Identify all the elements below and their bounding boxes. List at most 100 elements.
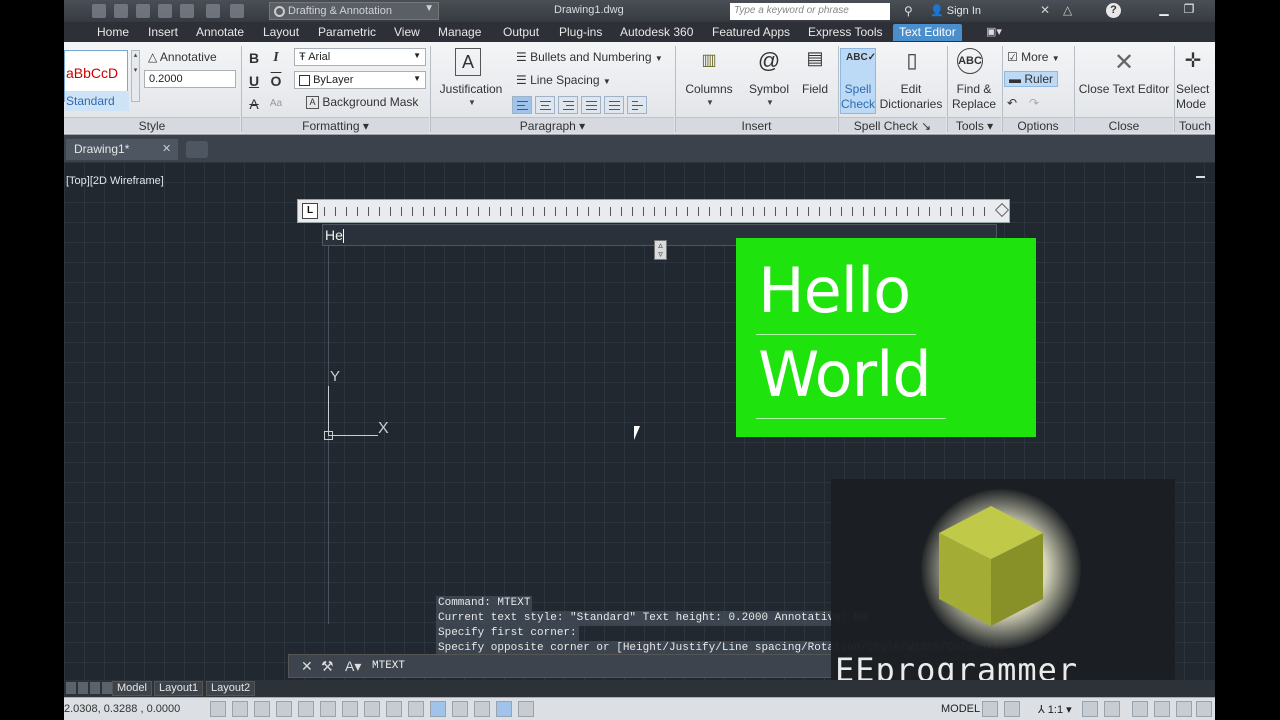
more-button[interactable]: ☑ More ▼ bbox=[1007, 50, 1060, 64]
close-icon[interactable]: ✕ bbox=[301, 658, 313, 675]
color-select[interactable]: ByLayer ▼ bbox=[294, 71, 426, 89]
close-icon[interactable]: ✕ bbox=[162, 142, 171, 155]
justification-icon[interactable]: A bbox=[455, 48, 481, 76]
tab-output[interactable]: Output bbox=[503, 25, 539, 39]
camera-icon[interactable]: ▣▾ bbox=[986, 25, 1002, 38]
symbol-button[interactable]: Symbol bbox=[744, 82, 794, 97]
viewport-label[interactable]: [Top][2D Wireframe] bbox=[66, 175, 164, 187]
formatting-panel-title[interactable]: Formatting ▾ bbox=[242, 117, 429, 133]
find-replace-label-2[interactable]: Replace bbox=[947, 97, 1001, 112]
italic-button[interactable]: I bbox=[267, 49, 285, 67]
quick-view-layouts-icon[interactable] bbox=[982, 701, 998, 717]
osnap-icon[interactable] bbox=[320, 701, 336, 717]
ducs-icon[interactable] bbox=[386, 701, 402, 717]
style-current[interactable]: Standard bbox=[65, 91, 129, 111]
mtext-editor-text[interactable]: He bbox=[325, 227, 344, 244]
font-select[interactable]: Ŧ Arial ▼ bbox=[294, 48, 426, 66]
tab-stop-icon[interactable]: L bbox=[302, 203, 318, 219]
redo-icon[interactable]: ↷ bbox=[1029, 96, 1039, 110]
line-spacing-button[interactable]: ☰ Line Spacing ▼ bbox=[516, 73, 611, 87]
align-right-button[interactable] bbox=[558, 96, 578, 114]
strikethrough-icon[interactable]: A bbox=[245, 95, 263, 113]
text-ruler[interactable]: L bbox=[297, 199, 1010, 223]
layout-tab-layout2[interactable]: Layout2 bbox=[206, 681, 256, 696]
new-icon[interactable] bbox=[92, 4, 106, 18]
workspace-switch-icon[interactable] bbox=[1132, 701, 1148, 717]
style-scroll[interactable]: ▴ ▾ bbox=[131, 50, 140, 102]
tab-parametric[interactable]: Parametric bbox=[318, 25, 376, 39]
coordinates-readout[interactable]: 2.0308, 0.3288 , 0.0000 bbox=[64, 703, 180, 715]
bold-button[interactable]: B bbox=[245, 49, 263, 67]
justify-button[interactable] bbox=[581, 96, 601, 114]
tools-panel-title[interactable]: Tools ▾ bbox=[948, 117, 1001, 133]
overline-button[interactable]: O bbox=[267, 72, 285, 90]
print-icon[interactable] bbox=[180, 4, 194, 18]
command-input[interactable]: MTEXT bbox=[372, 660, 405, 672]
select-mode-label-2[interactable]: Mode bbox=[1176, 97, 1215, 112]
annotation-visibility-icon[interactable] bbox=[1082, 701, 1098, 717]
editor-resize-handle[interactable]: ▵ ▿ bbox=[654, 240, 667, 260]
align-left-button[interactable] bbox=[512, 96, 532, 114]
field-icon[interactable]: ▤ bbox=[800, 48, 830, 76]
viewport-minimize-icon[interactable] bbox=[1196, 176, 1205, 178]
bullets-numbering-button[interactable]: ☰ Bullets and Numbering ▼ bbox=[516, 50, 663, 64]
snap-icon[interactable] bbox=[232, 701, 248, 717]
tab-annotate[interactable]: Annotate bbox=[196, 25, 244, 39]
dictionary-icon[interactable]: ▯ bbox=[897, 48, 927, 76]
distribute-button[interactable] bbox=[604, 96, 624, 114]
maximize-button[interactable]: ❐ bbox=[1179, 2, 1199, 18]
hardware-acceleration-icon[interactable] bbox=[1176, 701, 1192, 717]
case-icon[interactable]: Aa bbox=[267, 95, 285, 113]
nav-next-icon[interactable] bbox=[90, 682, 100, 694]
wrench-icon[interactable]: ⚒ bbox=[321, 658, 334, 675]
dyn-icon[interactable] bbox=[408, 701, 424, 717]
binoculars-icon[interactable]: ⚲ bbox=[904, 4, 913, 18]
justification-label[interactable]: Justification bbox=[436, 82, 506, 97]
background-mask-button[interactable]: A Background Mask bbox=[306, 95, 418, 110]
ortho-icon[interactable] bbox=[276, 701, 292, 717]
drawing-canvas[interactable]: [Top][2D Wireframe] L He ▵ ▿ Hello World … bbox=[64, 162, 1215, 695]
text-height-input[interactable]: 0.2000 bbox=[144, 70, 236, 88]
auto-scale-icon[interactable] bbox=[1104, 701, 1120, 717]
polar-icon[interactable] bbox=[298, 701, 314, 717]
help-icon[interactable]: ? bbox=[1106, 3, 1121, 18]
minimize-button[interactable]: ▁ bbox=[1154, 2, 1174, 18]
tab-text-editor[interactable]: Text Editor bbox=[893, 24, 962, 41]
file-tab-drawing1[interactable]: Drawing1* ✕ bbox=[66, 139, 178, 160]
model-space-button[interactable]: MODEL bbox=[941, 703, 980, 715]
tab-home[interactable]: Home bbox=[97, 25, 129, 39]
redo-icon[interactable] bbox=[230, 4, 244, 18]
crosshair-icon[interactable]: ✛ bbox=[1178, 48, 1208, 76]
close-icon[interactable]: ✕ bbox=[1109, 48, 1139, 76]
grid-icon[interactable] bbox=[254, 701, 270, 717]
save-icon[interactable] bbox=[136, 4, 150, 18]
annotation-scale[interactable]: ⅄ 1:1 ▾ bbox=[1038, 703, 1072, 716]
new-tab-button[interactable] bbox=[186, 141, 208, 158]
layout-tab-model[interactable]: Model bbox=[112, 681, 152, 696]
infer-constraints-icon[interactable] bbox=[210, 701, 226, 717]
transparency-icon[interactable] bbox=[452, 701, 468, 717]
tab-layout[interactable]: Layout bbox=[263, 25, 299, 39]
spell-check-panel-title[interactable]: Spell Check ↘ bbox=[839, 117, 946, 133]
tab-autodesk-360[interactable]: Autodesk 360 bbox=[620, 25, 693, 39]
quick-view-drawings-icon[interactable] bbox=[1004, 701, 1020, 717]
open-icon[interactable] bbox=[114, 4, 128, 18]
edit-dictionaries-label-2[interactable]: Dictionaries bbox=[878, 97, 944, 112]
lineweight-icon[interactable] bbox=[430, 701, 446, 717]
nav-last-icon[interactable] bbox=[102, 682, 112, 694]
select-mode-label-1[interactable]: Select bbox=[1176, 82, 1215, 97]
selection-cycling-icon[interactable] bbox=[496, 701, 512, 717]
align-center-button[interactable] bbox=[535, 96, 555, 114]
workspace-dropdown[interactable]: Drafting & Annotation ▼ bbox=[269, 2, 439, 20]
warning-icon[interactable]: △ bbox=[1063, 3, 1072, 17]
find-replace-icon[interactable]: ABC bbox=[957, 48, 983, 74]
style-gallery[interactable]: aBbCcD Standard bbox=[64, 50, 129, 111]
undo-icon[interactable] bbox=[206, 4, 220, 18]
tab-plug-ins[interactable]: Plug-ins bbox=[559, 25, 602, 39]
find-replace-label-1[interactable]: Find & bbox=[947, 82, 1001, 97]
ruler-button[interactable]: ▬ Ruler bbox=[1004, 71, 1059, 87]
edit-dictionaries-label-1[interactable]: Edit bbox=[878, 82, 944, 97]
paragraph-panel-title[interactable]: Paragraph ▾ bbox=[431, 117, 674, 133]
columns-button[interactable]: Columns bbox=[679, 82, 739, 97]
ruler-width-handle[interactable] bbox=[994, 202, 1010, 218]
